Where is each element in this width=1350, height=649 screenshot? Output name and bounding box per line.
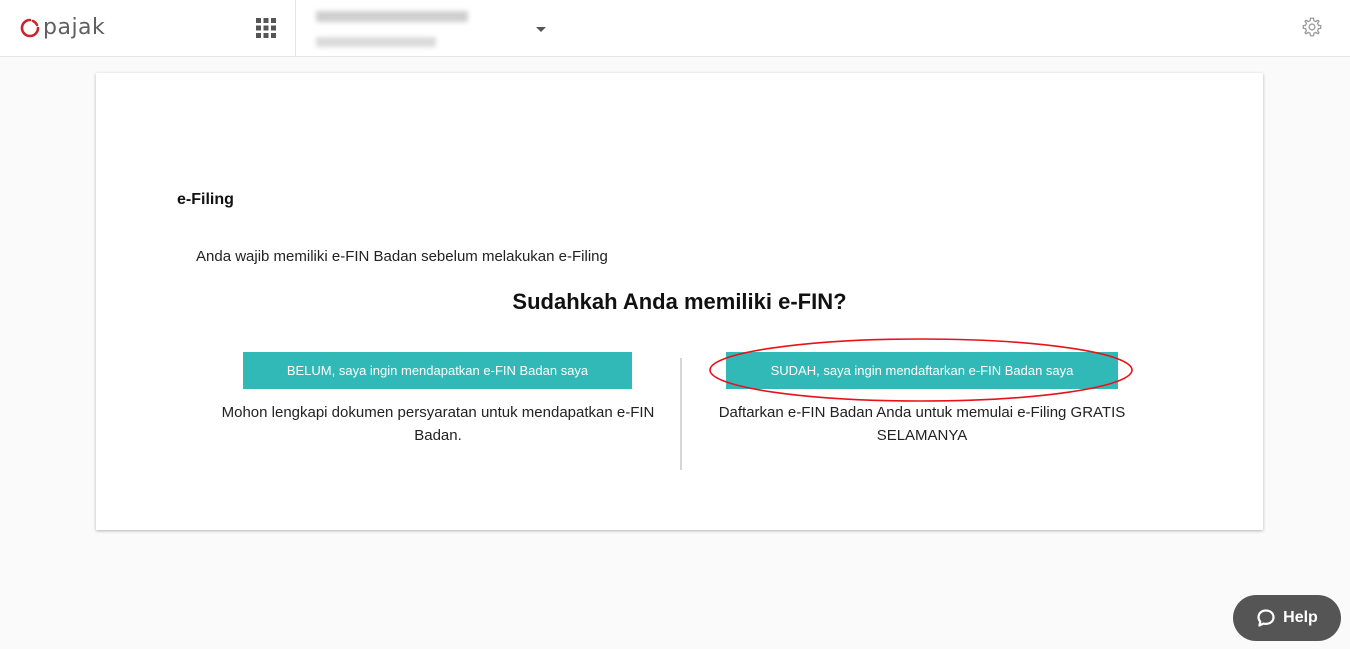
account-npwp-redacted <box>316 37 436 47</box>
belum-button[interactable]: BELUM, saya ingin mendapatkan e-FIN Bada… <box>243 352 632 389</box>
belum-description: Mohon lengkapi dokumen persyaratan untuk… <box>221 404 655 444</box>
gear-icon <box>1302 17 1322 37</box>
settings-button[interactable] <box>1301 16 1323 38</box>
pajak-logo-icon <box>20 18 40 38</box>
section-title: e-Filing <box>177 191 234 208</box>
account-selector[interactable] <box>316 8 556 52</box>
pajak-logo[interactable]: pajak <box>20 14 105 42</box>
apps-grid-button[interactable] <box>255 17 277 39</box>
help-button[interactable]: Help <box>1233 595 1341 641</box>
grid-apps-icon <box>256 18 276 38</box>
column-divider <box>680 358 682 470</box>
caret-down-icon[interactable] <box>536 27 546 32</box>
logo-text: pajak <box>43 15 106 40</box>
efin-question: Sudahkah Anda memiliki e-FIN? <box>512 289 847 314</box>
help-label: Help <box>1283 609 1318 626</box>
efin-notice: Anda wajib memiliki e-FIN Badan sebelum … <box>196 248 608 265</box>
sudah-description: Daftarkan e-FIN Badan Anda untuk memulai… <box>718 404 1126 444</box>
chat-bubble-icon <box>1257 609 1275 627</box>
header-divider <box>295 0 296 57</box>
top-navbar: pajak <box>0 0 1350 57</box>
efin-card: e-Filing Anda wajib memiliki e-FIN Badan… <box>96 73 1263 530</box>
account-name-redacted <box>316 11 468 22</box>
sudah-button[interactable]: SUDAH, saya ingin mendaftarkan e-FIN Bad… <box>726 352 1118 389</box>
